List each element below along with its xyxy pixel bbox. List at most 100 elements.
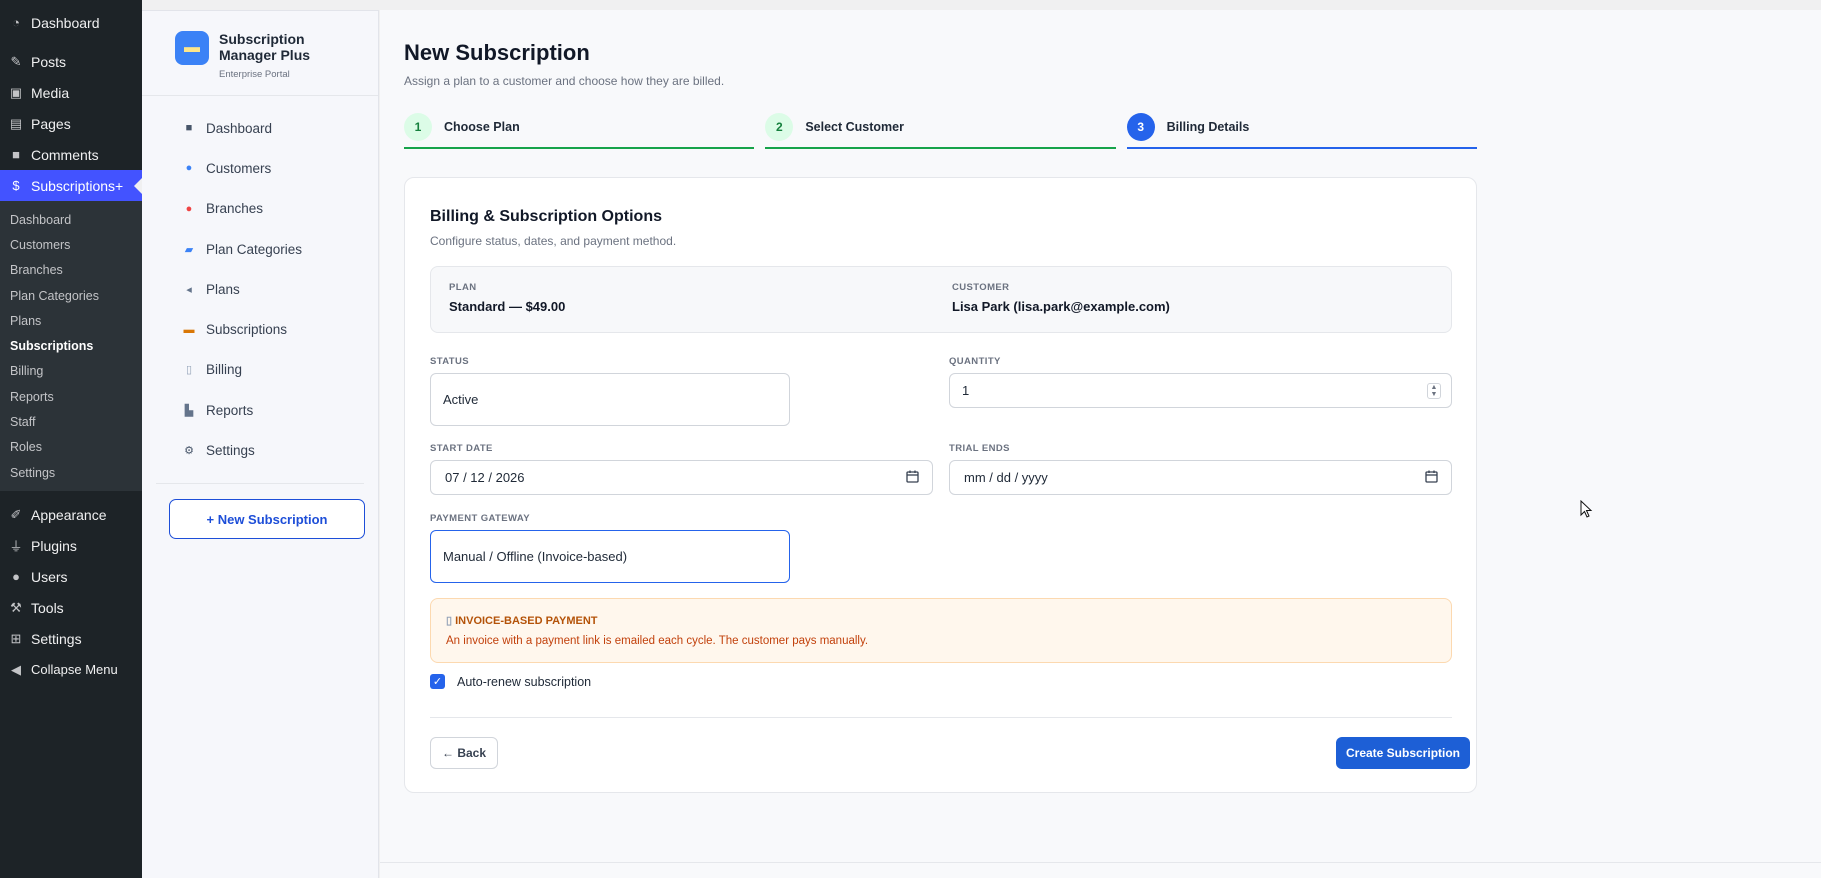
check-icon: ✓ <box>432 676 443 688</box>
payment-gateway-select[interactable]: Manual / Offline (Invoice-based) <box>430 530 790 583</box>
notice-title-text: INVOICE-BASED PAYMENT <box>455 615 598 627</box>
plugin-nav-reports[interactable]: ▙ Reports <box>142 390 378 430</box>
back-button[interactable]: ← Back <box>430 737 498 769</box>
trial-ends-input[interactable]: mm / dd / yyyy <box>949 460 1452 495</box>
credit-card-icon: ▬ <box>175 31 209 65</box>
collapse-icon: ◀ <box>11 661 21 677</box>
step-label: Billing Details <box>1166 120 1250 134</box>
calendar-icon[interactable] <box>906 470 919 483</box>
page-description: Assign a plan to a customer and choose h… <box>404 74 725 88</box>
wp-sub-roles[interactable]: Roles <box>0 435 142 460</box>
spinner-icon[interactable]: ▲ ▼ <box>1427 383 1441 399</box>
customer-summary: CUSTOMER Lisa Park (lisa.park@example.co… <box>952 282 1170 314</box>
wp-sub-reports[interactable]: Reports <box>0 384 142 409</box>
wp-menu-label: Plugins <box>31 537 77 554</box>
plugin-nav-label: Customers <box>206 160 272 176</box>
wp-menu-settings[interactable]: ⊞ Settings <box>0 623 142 654</box>
wp-menu-label: Subscriptions+ <box>31 177 124 194</box>
plugin-nav-plans[interactable]: ◂ Plans <box>142 269 378 309</box>
tag-icon: ◂ <box>186 283 192 296</box>
step-label: Select Customer <box>805 120 904 134</box>
page-title: New Subscription <box>404 40 590 65</box>
wrench-icon: ⚒ <box>10 599 22 615</box>
plugin-nav-label: Plan Categories <box>206 241 303 257</box>
wp-menu-dashboard[interactable]: ◔ Dashboard <box>0 7 142 38</box>
wp-menu-appearance[interactable]: ✐ Appearance <box>0 499 142 530</box>
plugin-nav-label: Settings <box>206 443 255 459</box>
plan-value: Standard — $49.00 <box>449 299 566 314</box>
wp-sub-billing[interactable]: Billing <box>0 359 142 384</box>
plugin-nav-dashboard[interactable]: ■ Dashboard <box>142 108 378 148</box>
pin-icon: ✎ <box>10 53 22 69</box>
plugin-nav-subscriptions[interactable]: ▬ Subscriptions <box>142 309 378 349</box>
wp-sub-dashboard[interactable]: Dashboard <box>0 207 142 232</box>
comment-icon: ■ <box>12 147 20 162</box>
user-icon: ● <box>12 569 20 585</box>
wp-admin-sidebar: ◔ Dashboard ✎ Posts ▣ Media ▤ Pages ■ Comment… <box>0 0 142 878</box>
settings-icon: ⊞ <box>10 630 22 646</box>
wp-menu-media[interactable]: ▣ Media <box>0 77 142 108</box>
wp-menu-collapse[interactable]: ◀ Collapse Menu <box>0 654 142 685</box>
media-icon: ▣ <box>9 84 23 100</box>
step-choose-plan[interactable]: 1 Choose Plan <box>404 107 755 149</box>
wp-menu-subscriptions-plus[interactable]: $ Subscriptions+ <box>0 170 142 201</box>
wp-menu-posts[interactable]: ✎ Posts <box>0 46 142 77</box>
card-description: Configure status, dates, and payment met… <box>430 234 677 248</box>
calendar-icon[interactable] <box>1425 470 1438 483</box>
wp-sub-subscriptions[interactable]: Subscriptions <box>0 333 142 358</box>
step-number: 1 <box>404 113 432 141</box>
brand-title-line1: Subscription <box>219 31 305 47</box>
selection-summary: PLAN Standard — $49.00 CUSTOMER Lisa Par… <box>430 266 1452 333</box>
plugin-nav-label: Dashboard <box>206 120 273 136</box>
dashboard-icon: ◔ <box>12 15 20 30</box>
wp-sub-settings[interactable]: Settings <box>0 460 142 485</box>
plugin-nav-label: Plans <box>206 281 240 297</box>
card-title: Billing & Subscription Options <box>430 208 662 225</box>
wp-sub-customers[interactable]: Customers <box>0 232 142 257</box>
wp-menu-label: Collapse Menu <box>31 662 118 678</box>
quantity-value: 1 <box>962 383 970 398</box>
wp-menu-users[interactable]: ● Users <box>0 561 142 592</box>
quantity-stepper[interactable]: 1 ▲ ▼ <box>949 373 1452 408</box>
brand: ▬ Subscription Manager Plus Enterprise P… <box>142 11 378 96</box>
wp-sub-plans[interactable]: Plans <box>0 308 142 333</box>
start-date-input[interactable]: 07 / 12 / 2026 <box>430 460 933 495</box>
plugin-nav-branches[interactable]: ● Branches <box>142 189 378 229</box>
wp-submenu: Dashboard Customers Branches Plan Catego… <box>0 201 142 492</box>
new-subscription-button[interactable]: + New Subscription <box>169 499 365 539</box>
notice-text: An invoice with a payment link is emaile… <box>446 635 869 647</box>
plugin-nav-settings[interactable]: ⚙ Settings <box>142 430 378 470</box>
payment-gateway-value: Manual / Offline (Invoice-based) <box>443 549 628 564</box>
plugin-nav-customers[interactable]: ● Customers <box>142 148 378 188</box>
start-date-label: START DATE <box>430 443 493 454</box>
trial-ends-placeholder: mm / dd / yyyy <box>964 470 1048 485</box>
brush-icon: ✐ <box>10 506 22 522</box>
wp-sub-plan-categories[interactable]: Plan Categories <box>0 283 142 308</box>
wp-menu-pages[interactable]: ▤ Pages <box>0 108 142 139</box>
mouse-cursor-icon <box>1580 500 1593 518</box>
plugin-nav-label: Subscriptions <box>206 322 288 338</box>
plugin-nav-billing[interactable]: ▯ Billing <box>142 350 378 390</box>
wp-menu-label: Comments <box>31 146 99 163</box>
chart-icon: ▙ <box>184 404 194 417</box>
folder-icon: ▰ <box>184 243 194 256</box>
sidebar-divider <box>156 482 364 484</box>
wp-sub-branches[interactable]: Branches <box>0 258 142 283</box>
step-select-customer[interactable]: 2 Select Customer <box>765 107 1116 149</box>
quantity-label: QUANTITY <box>949 356 1001 367</box>
plugin-nav-label: Billing <box>206 362 243 378</box>
plan-label: PLAN <box>449 282 477 293</box>
auto-renew-checkbox[interactable]: ✓ <box>430 674 445 689</box>
wp-sub-staff[interactable]: Staff <box>0 409 142 434</box>
trial-ends-label: TRIAL ENDS <box>949 443 1010 454</box>
wp-menu-comments[interactable]: ■ Comments <box>0 139 142 170</box>
card-icon: ▬ <box>183 323 195 336</box>
create-subscription-button[interactable]: Create Subscription <box>1336 737 1470 769</box>
wp-menu-plugins[interactable]: ⏚ Plugins <box>0 530 142 561</box>
status-select[interactable]: Active <box>430 373 790 426</box>
wp-menu-tools[interactable]: ⚒ Tools <box>0 592 142 623</box>
step-billing-details[interactable]: 3 Billing Details <box>1126 107 1477 149</box>
wp-menu-label: Tools <box>31 599 64 616</box>
plugin-nav-plan-categories[interactable]: ▰ Plan Categories <box>142 229 378 269</box>
auto-renew-label[interactable]: Auto-renew subscription <box>457 675 591 689</box>
